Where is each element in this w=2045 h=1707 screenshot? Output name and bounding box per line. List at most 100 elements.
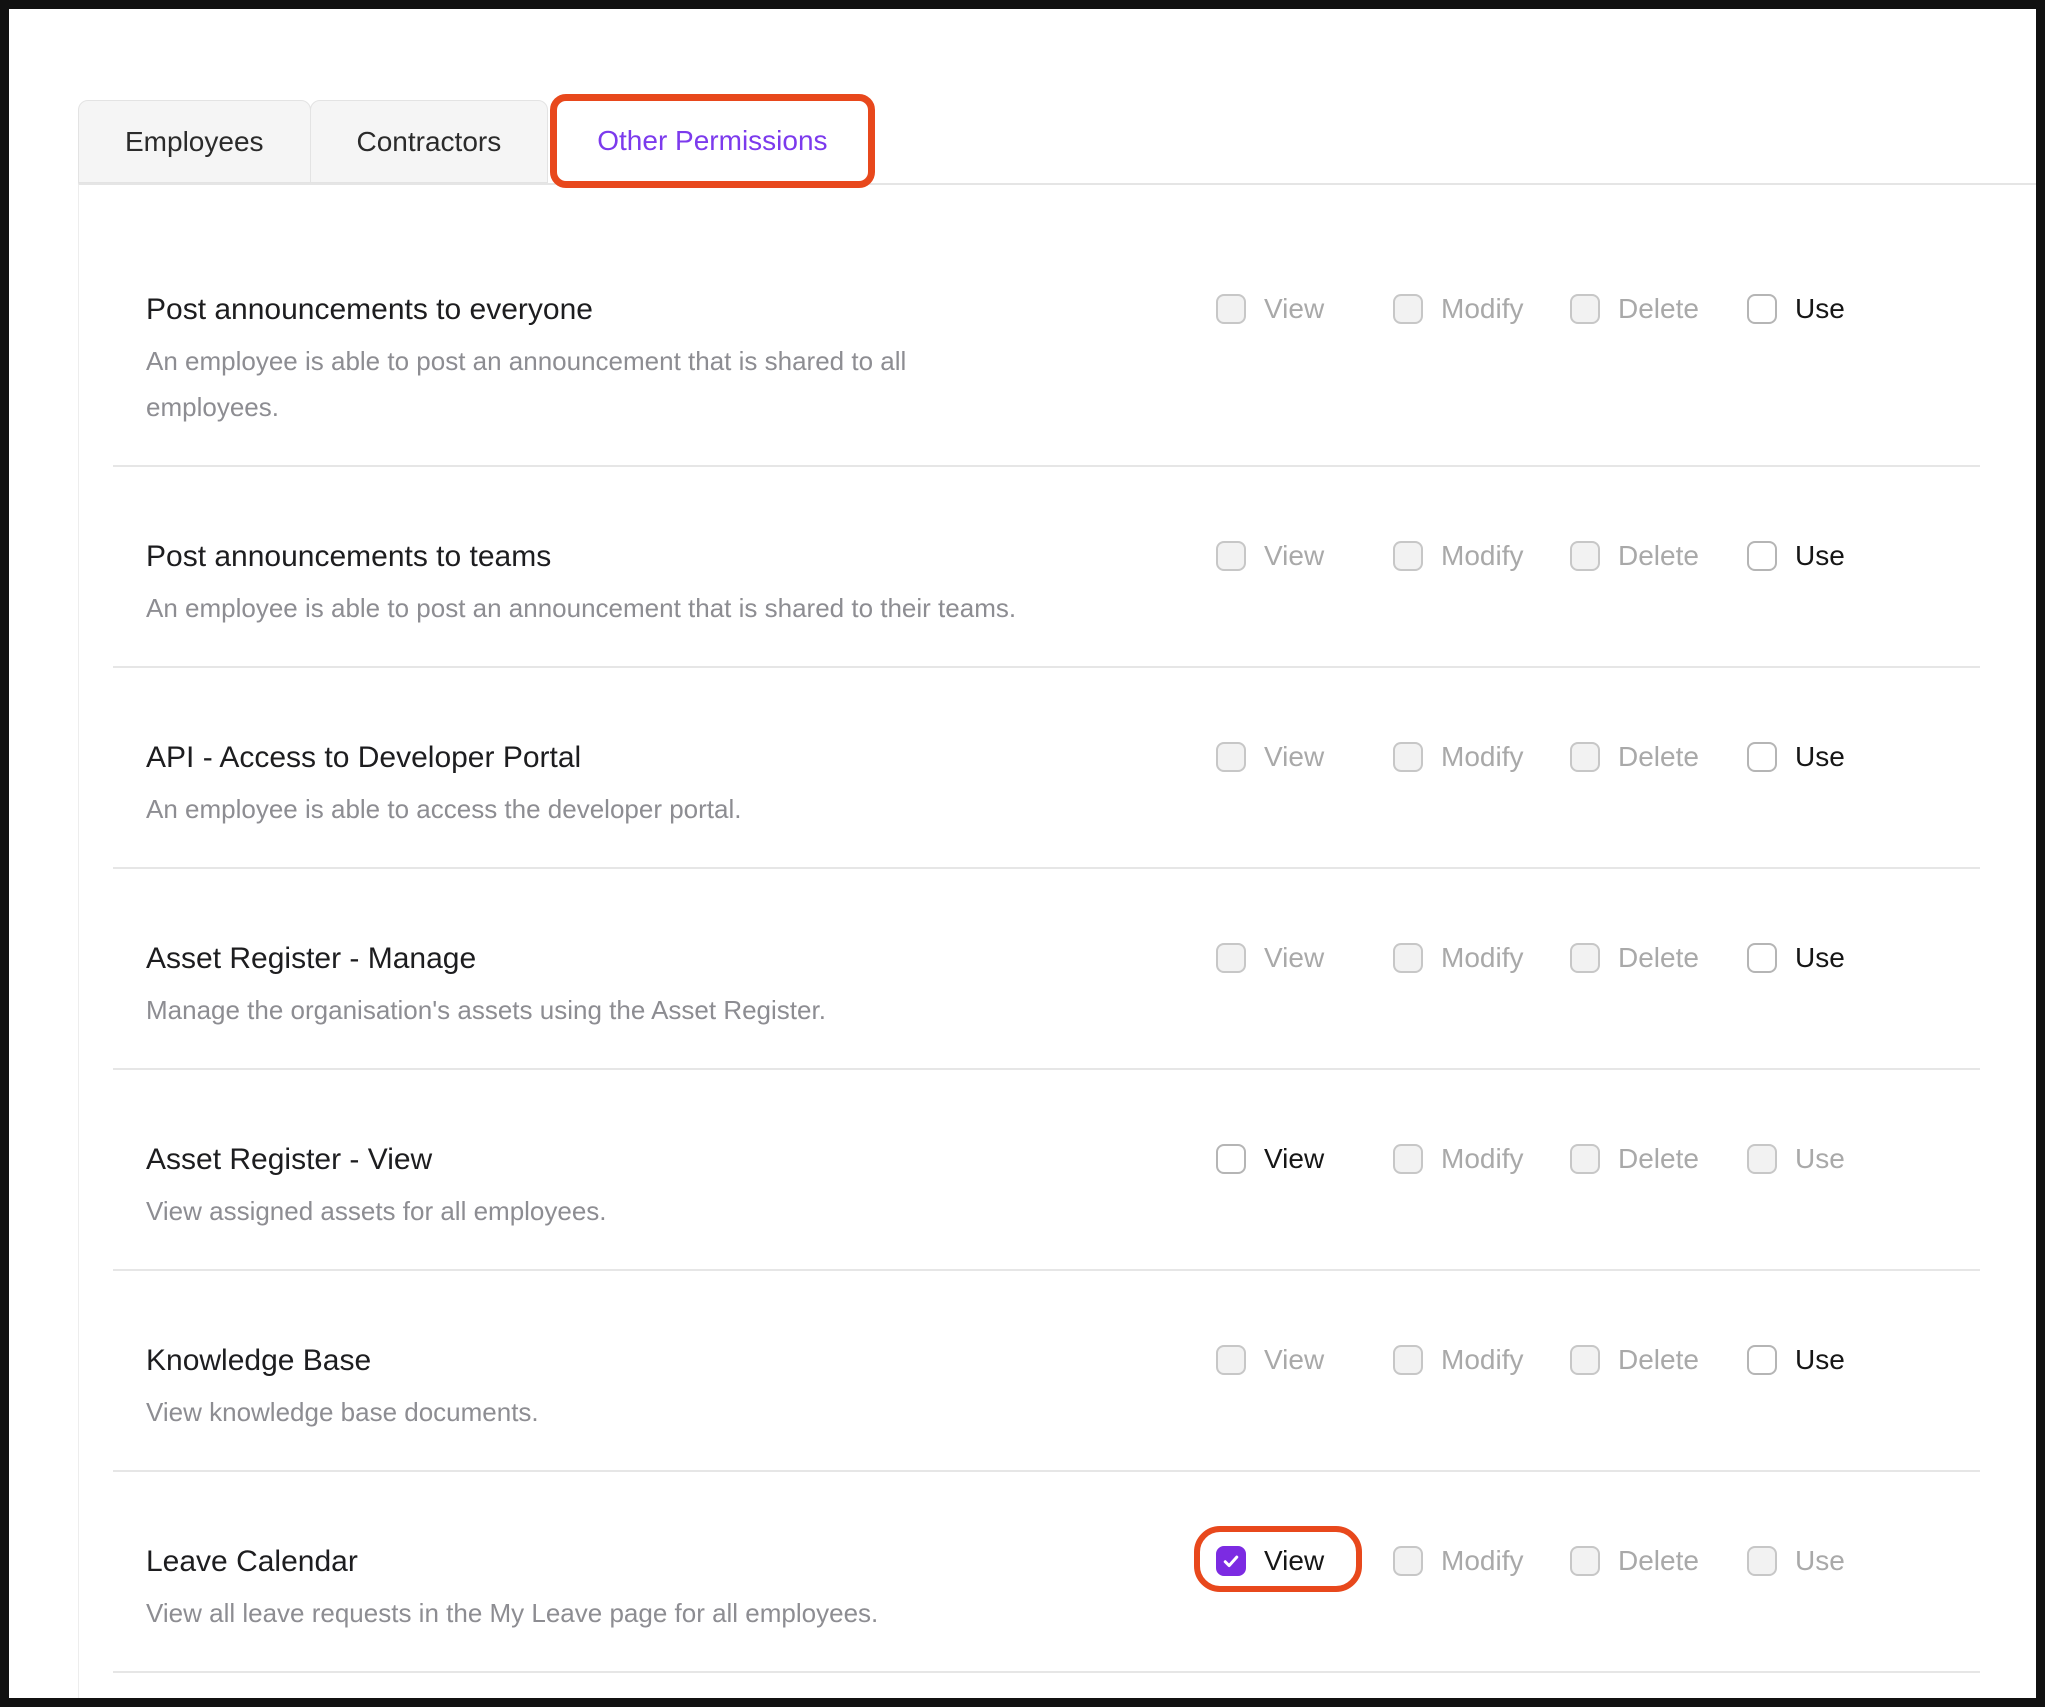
tab-other-permissions[interactable]: Other Permissions [550,94,874,188]
checkbox-label: View [1264,941,1324,975]
checkbox-label: Delete [1618,1142,1699,1176]
checkbox[interactable] [1570,1144,1600,1174]
checkbox-label: Modify [1441,539,1523,573]
checkbox-use[interactable]: Use [1747,292,1845,326]
tab-label: Employees [125,126,264,158]
checkbox-use[interactable]: Use [1747,1142,1845,1176]
checkbox-label: View [1264,1343,1324,1377]
checkbox[interactable] [1216,742,1246,772]
checkbox[interactable] [1216,1345,1246,1375]
permission-options: ViewModify Delete Use [1216,292,1980,326]
checkbox-delete[interactable]: Delete [1570,1544,1747,1578]
checkbox-view[interactable]: View [1216,1544,1393,1578]
permission-title: API - Access to Developer Portal [146,738,1216,778]
checkbox[interactable] [1393,294,1423,324]
checkbox[interactable] [1747,1546,1777,1576]
tab-employees[interactable]: Employees [78,100,311,183]
permission-row-api-access-to-developer-portal: API - Access to Developer PortalAn emplo… [113,668,1980,869]
checkbox-modify[interactable]: Modify [1393,292,1570,326]
checkbox[interactable] [1570,294,1600,324]
checkbox[interactable] [1393,1144,1423,1174]
checkbox-delete[interactable]: Delete [1570,740,1747,774]
checkbox[interactable] [1747,294,1777,324]
checkbox[interactable] [1393,541,1423,571]
checkbox[interactable] [1216,943,1246,973]
permission-text: Post announcements to teamsAn employee i… [146,537,1216,631]
checkbox-label: Use [1795,1343,1845,1377]
checkbox-label: Delete [1618,1343,1699,1377]
checkbox-modify[interactable]: Modify [1393,539,1570,573]
checkbox-label: View [1264,1142,1324,1176]
checkbox-label: Use [1795,539,1845,573]
checkbox[interactable] [1747,943,1777,973]
checkbox-label: View [1264,1544,1324,1578]
permission-row-asset-register-manage: Asset Register - Manage Manage the organi… [113,869,1980,1070]
checkbox[interactable] [1570,1345,1600,1375]
checkbox-label: Delete [1618,740,1699,774]
checkbox-use[interactable]: Use [1747,1343,1845,1377]
checkbox-delete[interactable]: Delete [1570,941,1747,975]
permission-description: View knowledge base documents. [146,1389,1046,1435]
checkbox[interactable] [1747,1345,1777,1375]
permission-description: An employee is able to post an announcem… [146,338,1046,430]
checkbox[interactable] [1570,742,1600,772]
checkbox-label: Modify [1441,1544,1523,1578]
checkbox[interactable] [1216,294,1246,324]
permission-text: API - Access to Developer PortalAn emplo… [146,738,1216,832]
checkbox-view[interactable]: View [1216,292,1393,326]
checkbox[interactable] [1216,541,1246,571]
checkbox[interactable] [1747,742,1777,772]
checkbox[interactable] [1570,943,1600,973]
checkbox-checked[interactable] [1216,1546,1246,1576]
checkbox-label: Use [1795,740,1845,774]
checkbox-delete[interactable]: Delete [1570,1343,1747,1377]
checkbox-view[interactable]: View [1216,539,1393,573]
permission-row-leave-calendar: Leave CalendarView all leave requests in… [113,1472,1980,1673]
checkbox[interactable] [1393,1546,1423,1576]
checkbox-use[interactable]: Use [1747,1544,1845,1578]
checkbox-label: Use [1795,292,1845,326]
checkbox-modify[interactable]: Modify [1393,941,1570,975]
checkbox-label: Use [1795,1142,1845,1176]
checkbox[interactable] [1393,1345,1423,1375]
checkbox-label: Modify [1441,1343,1523,1377]
checkbox-use[interactable]: Use [1747,539,1845,573]
checkbox-view[interactable]: View [1216,740,1393,774]
checkbox-modify[interactable]: Modify [1393,1544,1570,1578]
checkbox[interactable] [1570,1546,1600,1576]
checkbox[interactable] [1216,1144,1246,1174]
checkbox-view[interactable]: View [1216,941,1393,975]
checkbox-view[interactable]: View [1216,1142,1393,1176]
checkbox-delete[interactable]: Delete [1570,539,1747,573]
checkbox-modify[interactable]: Modify [1393,740,1570,774]
checkbox[interactable] [1747,541,1777,571]
checkbox-modify[interactable]: Modify [1393,1343,1570,1377]
checkbox[interactable] [1570,541,1600,571]
permission-title: Leave Calendar [146,1542,1216,1582]
checkbox-label: Modify [1441,1142,1523,1176]
checkbox[interactable] [1393,943,1423,973]
permission-title: Asset Register - Manage [146,939,1216,979]
permission-text: Knowledge BaseView knowledge base docume… [146,1341,1216,1435]
checkbox-modify[interactable]: Modify [1393,1142,1570,1176]
check-icon [1221,1551,1241,1571]
checkbox-delete[interactable]: Delete [1570,292,1747,326]
permission-options: View Modify Delete Use [1216,1343,1980,1377]
permission-text: Post announcements to everyoneAn employe… [146,290,1216,430]
checkbox-delete[interactable]: Delete [1570,1142,1747,1176]
tab-contractors[interactable]: Contractors [310,100,549,183]
permission-description: Manage the organisation's assets using t… [146,987,1046,1033]
checkbox-label: Delete [1618,292,1699,326]
permission-options: View Modify Delete Use [1216,1142,1980,1176]
checkbox[interactable] [1747,1144,1777,1174]
checkbox-view[interactable]: View [1216,1343,1393,1377]
tab-label: Contractors [357,126,502,158]
permission-options: View Modify Delete Use [1216,1544,1980,1578]
checkbox-use[interactable]: Use [1747,740,1845,774]
permissions-panel: Post announcements to everyoneAn employe… [78,183,2036,1707]
checkbox-label: View [1264,539,1324,573]
checkbox-label: Delete [1618,941,1699,975]
checkbox-label: Use [1795,1544,1845,1578]
checkbox-use[interactable]: Use [1747,941,1845,975]
checkbox[interactable] [1393,742,1423,772]
